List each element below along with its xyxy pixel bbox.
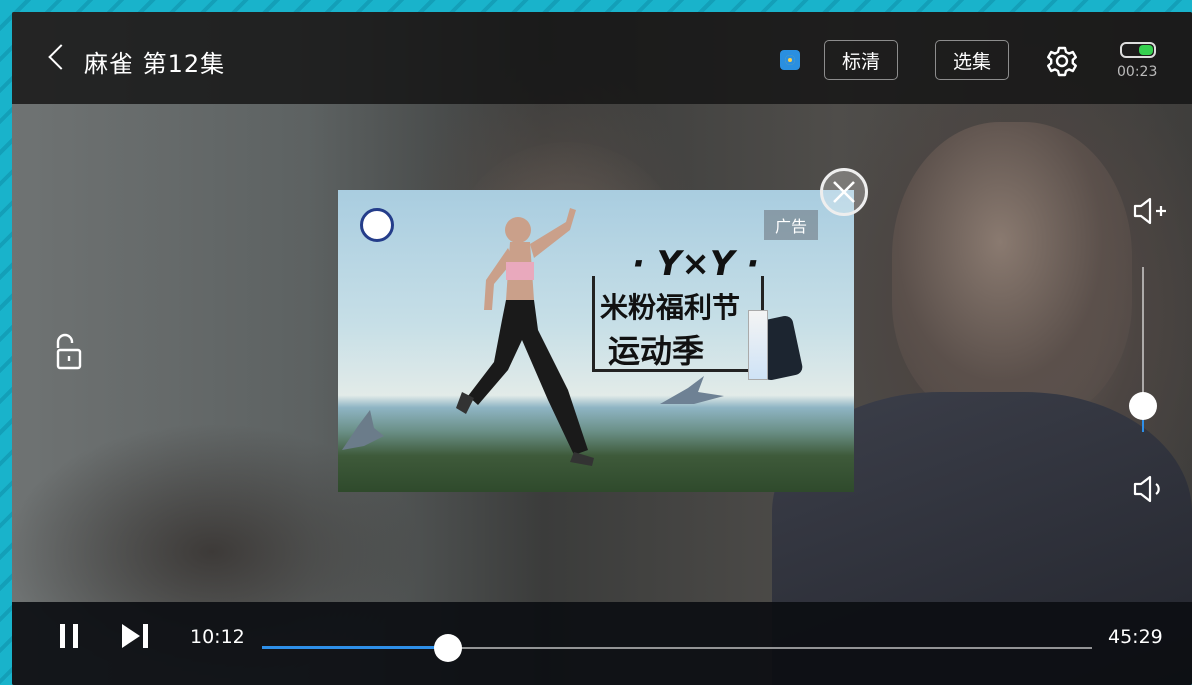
video-title: 麻雀 第12集: [84, 50, 226, 78]
episodes-button[interactable]: 选集: [935, 40, 1009, 80]
volume-down-icon[interactable]: [1132, 472, 1172, 506]
ad-product-tube: [748, 310, 768, 380]
close-circle-icon[interactable]: [823, 171, 865, 213]
tv-cast-icon[interactable]: [780, 50, 800, 70]
ad-headline-line2: 运动季: [608, 332, 705, 370]
ad-banner[interactable]: 广告 · Y×Y · 米粉福利节 运动季: [338, 190, 854, 492]
ad-close-button[interactable]: [820, 168, 868, 216]
bottom-control-bar: 10:12 45:29: [12, 602, 1192, 685]
seek-bar-knob[interactable]: [434, 634, 463, 662]
ad-pigeon-left: [342, 410, 384, 450]
battery-fill: [1139, 45, 1153, 55]
ad-label-badge: 广告: [764, 210, 818, 240]
back-arrow-icon[interactable]: [48, 44, 74, 70]
pause-icon[interactable]: [60, 624, 80, 652]
man-silhouette: [892, 122, 1132, 422]
ad-brand-logo: [360, 208, 394, 242]
volume-up-icon[interactable]: [1132, 194, 1172, 228]
ad-headline-line1: 米粉福利节: [600, 291, 741, 324]
settings-gear-icon[interactable]: [1046, 45, 1078, 77]
ad-runner-figure: [456, 208, 594, 466]
quality-button[interactable]: 标清: [824, 40, 898, 80]
unlock-icon[interactable]: [52, 332, 86, 372]
current-time: 10:12: [190, 626, 245, 648]
next-episode-icon[interactable]: [120, 622, 152, 652]
total-duration: 45:29: [1108, 626, 1163, 648]
top-bar: 麻雀 第12集 标清 选集 00:23: [12, 12, 1192, 104]
battery-indicator: [1120, 42, 1156, 58]
seek-bar-progress: [262, 646, 449, 649]
ad-pigeon-right: [660, 376, 724, 404]
volume-slider-knob[interactable]: [1129, 391, 1157, 420]
video-player[interactable]: 麻雀 第12集 标清 选集 00:23 广告 · Y×Y · 米粉福利节 运动季…: [12, 12, 1192, 685]
clock-time: 00:23: [1117, 64, 1158, 80]
